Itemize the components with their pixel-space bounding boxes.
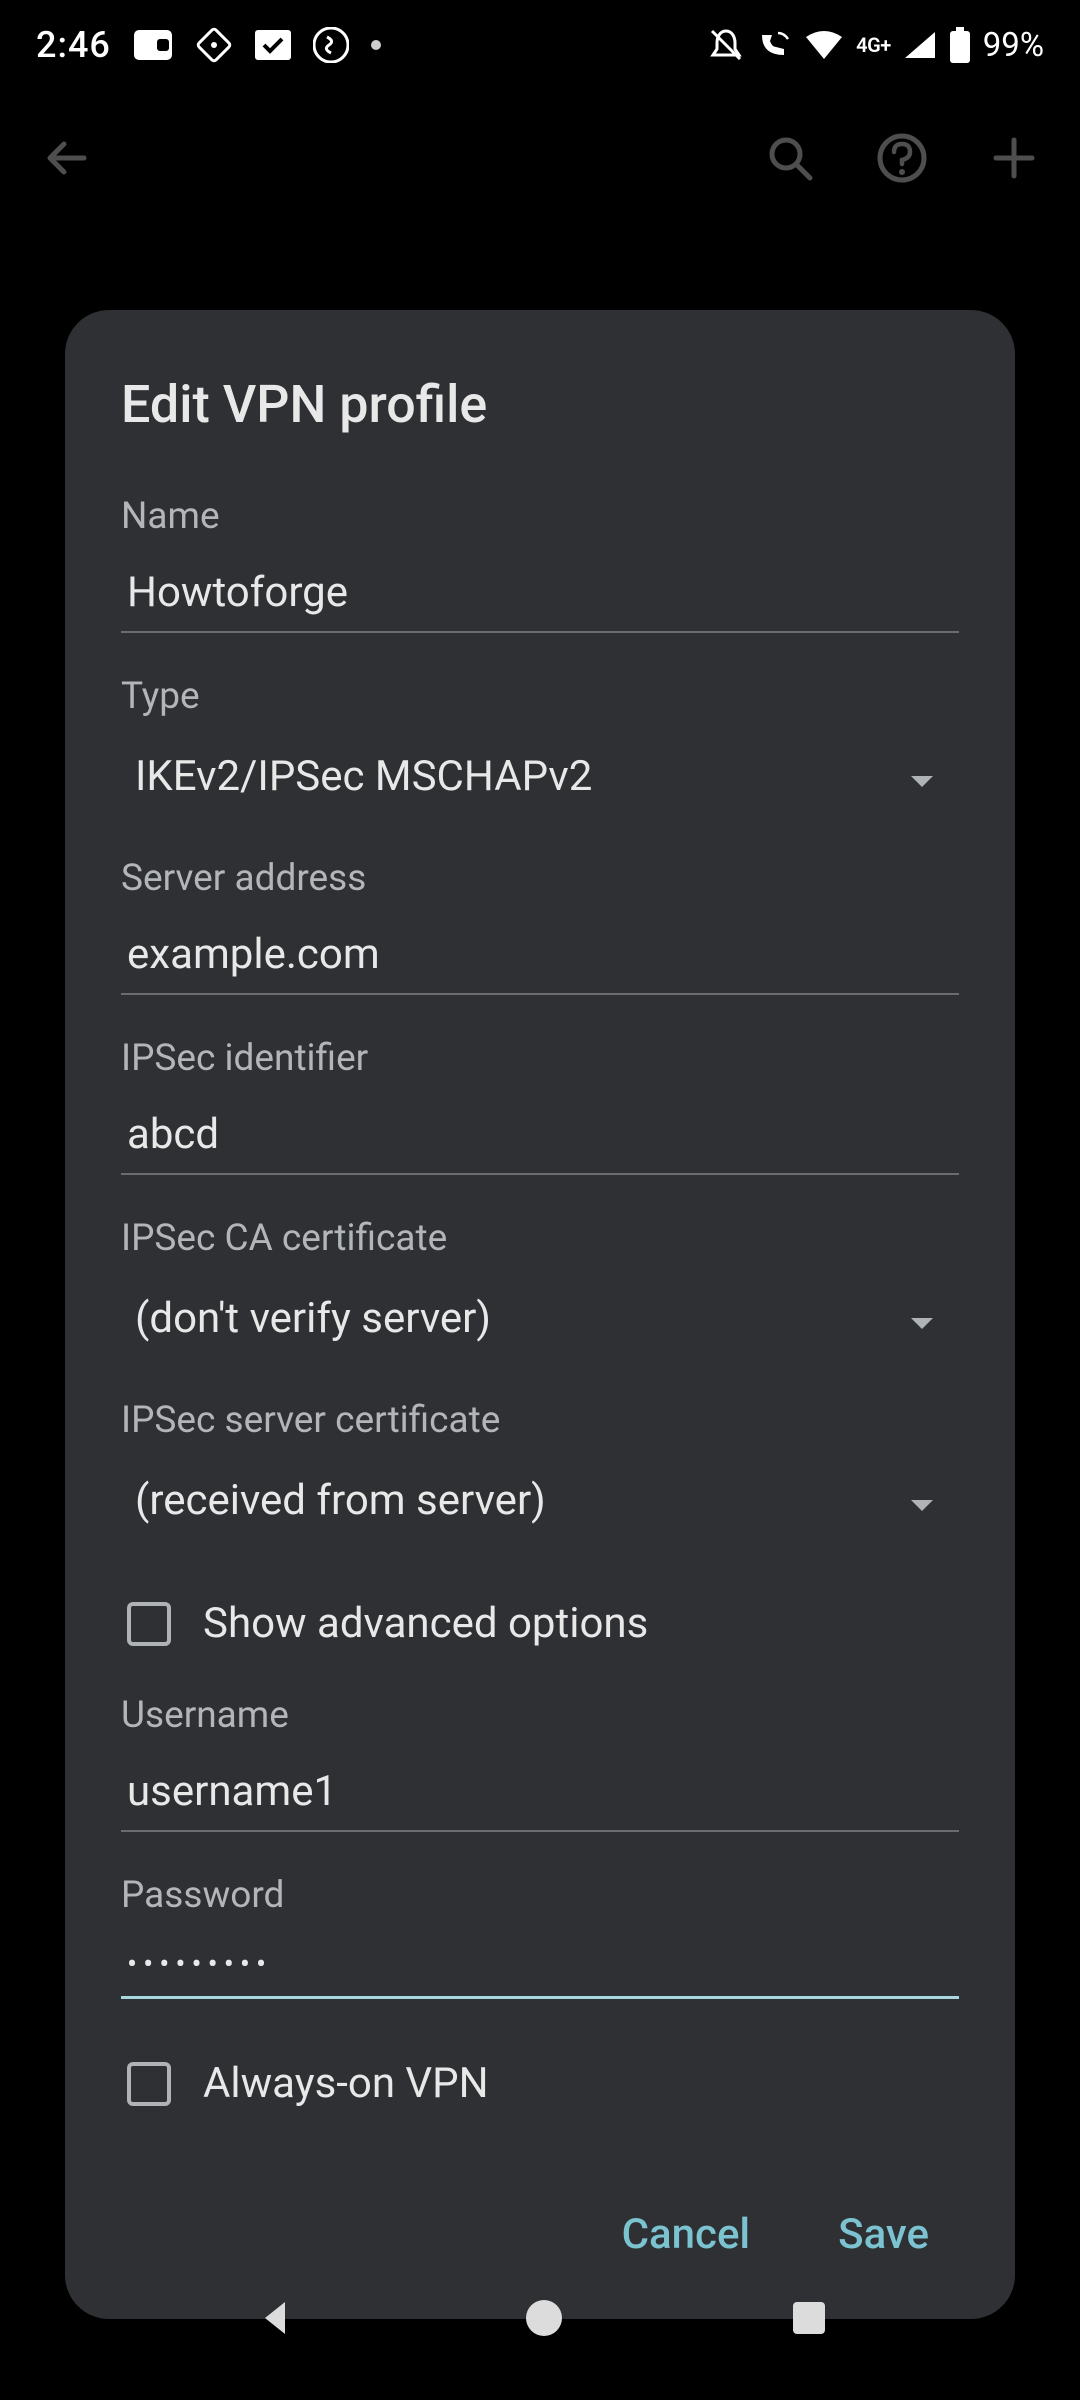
username-input[interactable] — [121, 1761, 959, 1832]
type-field: Type IKEv2/IPSec MSCHAPv2 — [121, 675, 959, 815]
name-input[interactable] — [121, 562, 959, 633]
name-label: Name — [121, 495, 959, 538]
ipsec-id-field: IPSec identifier — [121, 1037, 959, 1175]
type-value: IKEv2/IPSec MSCHAPv2 — [135, 752, 592, 801]
ipsec-ca-label: IPSec CA certificate — [121, 1217, 959, 1260]
nav-home-button[interactable] — [522, 2296, 566, 2344]
ipsec-server-cert-select[interactable]: (received from server) — [121, 1466, 959, 1539]
ipsec-server-cert-label: IPSec server certificate — [121, 1399, 959, 1442]
dialog-title: Edit VPN profile — [121, 374, 959, 435]
type-select[interactable]: IKEv2/IPSec MSCHAPv2 — [121, 742, 959, 815]
ipsec-server-cert-value: (received from server) — [135, 1476, 546, 1525]
dialog-backdrop: Edit VPN profile Name Type IKEv2/IPSec M… — [0, 0, 1080, 2400]
username-label: Username — [121, 1694, 959, 1737]
navigation-bar — [0, 2240, 1080, 2400]
show-advanced-label: Show advanced options — [203, 1599, 648, 1648]
ipsec-ca-select[interactable]: (don't verify server) — [121, 1284, 959, 1357]
nav-recents-button[interactable] — [789, 2298, 829, 2342]
password-field: Password — [121, 1874, 959, 1999]
username-field: Username — [121, 1694, 959, 1832]
always-on-label: Always-on VPN — [203, 2059, 489, 2108]
show-advanced-checkbox[interactable] — [127, 1602, 171, 1646]
chevron-down-icon — [909, 752, 935, 801]
server-label: Server address — [121, 857, 959, 900]
name-field: Name — [121, 495, 959, 633]
chevron-down-icon — [909, 1476, 935, 1525]
ipsec-id-input[interactable] — [121, 1104, 959, 1175]
always-on-checkbox[interactable] — [127, 2062, 171, 2106]
type-label: Type — [121, 675, 959, 718]
chevron-down-icon — [909, 1294, 935, 1343]
nav-back-button[interactable] — [251, 2294, 299, 2346]
ipsec-ca-value: (don't verify server) — [135, 1294, 491, 1343]
password-input[interactable] — [121, 1941, 959, 1999]
show-advanced-row[interactable]: Show advanced options — [121, 1581, 959, 1666]
server-input[interactable] — [121, 924, 959, 995]
ipsec-ca-field: IPSec CA certificate (don't verify serve… — [121, 1217, 959, 1357]
password-label: Password — [121, 1874, 959, 1917]
ipsec-id-label: IPSec identifier — [121, 1037, 959, 1080]
always-on-row[interactable]: Always-on VPN — [121, 2041, 959, 2126]
server-field: Server address — [121, 857, 959, 995]
edit-vpn-dialog: Edit VPN profile Name Type IKEv2/IPSec M… — [65, 310, 1015, 2319]
ipsec-server-cert-field: IPSec server certificate (received from … — [121, 1399, 959, 1539]
